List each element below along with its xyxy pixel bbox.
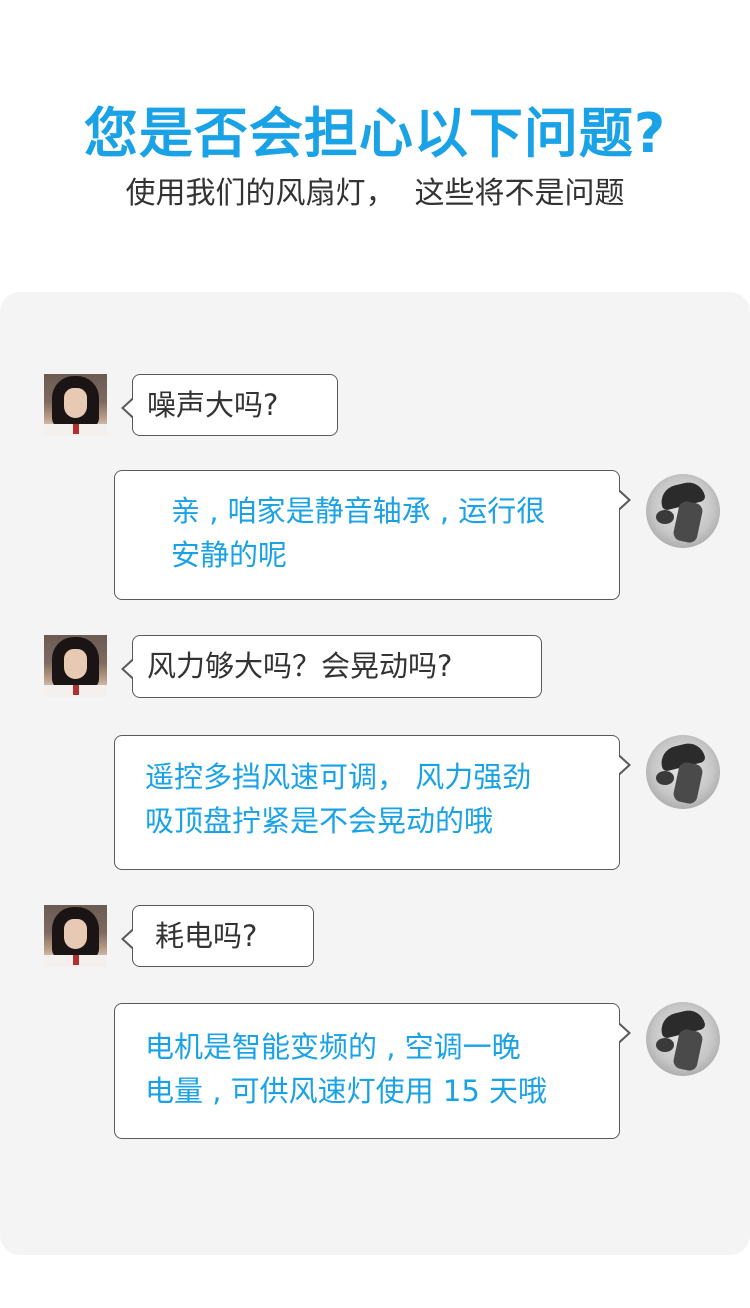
answer-line: 遥控多挡风速可调， 风力强劲 <box>145 760 532 794</box>
page-subtitle: 使用我们的风扇灯， 这些将不是问题 <box>125 176 625 211</box>
answer-line: 安静的呢 <box>171 538 288 572</box>
question-bubble: 风力够大吗？会晃动吗? <box>121 635 542 698</box>
answer-bubble: 遥控多挡风速可调， 风力强劲 吸顶盘拧紧是不会晃动的哦 <box>114 735 631 870</box>
question-text: 噪声大吗? <box>147 388 279 422</box>
service-avatar <box>646 474 720 548</box>
answer-line: 电量 , 可供风速灯使用 15 天哦 <box>145 1074 547 1108</box>
question-text: 耗电吗? <box>155 919 258 953</box>
answer-line: 电机是智能变频的 , 空调一晚 <box>145 1030 521 1064</box>
answer-line: 亲 , 咱家是静音轴承 , 运行很 <box>171 494 546 528</box>
service-avatar <box>646 735 720 809</box>
customer-avatar <box>44 374 107 436</box>
answer-line: 吸顶盘拧紧是不会晃动的哦 <box>145 804 494 838</box>
question-text: 风力够大吗？会晃动吗? <box>147 649 453 683</box>
customer-avatar <box>44 635 107 697</box>
answer-bubble: 亲 , 咱家是静音轴承 , 运行很 安静的呢 <box>114 470 631 600</box>
question-bubble: 耗电吗? <box>121 905 314 967</box>
answer-bubble: 电机是智能变频的 , 空调一晚 电量 , 可供风速灯使用 15 天哦 <box>114 1003 631 1139</box>
customer-avatar <box>44 905 107 967</box>
question-bubble: 噪声大吗? <box>121 374 338 436</box>
page-title: 您是否会担心以下问题? <box>83 102 667 165</box>
service-avatar <box>646 1002 720 1076</box>
